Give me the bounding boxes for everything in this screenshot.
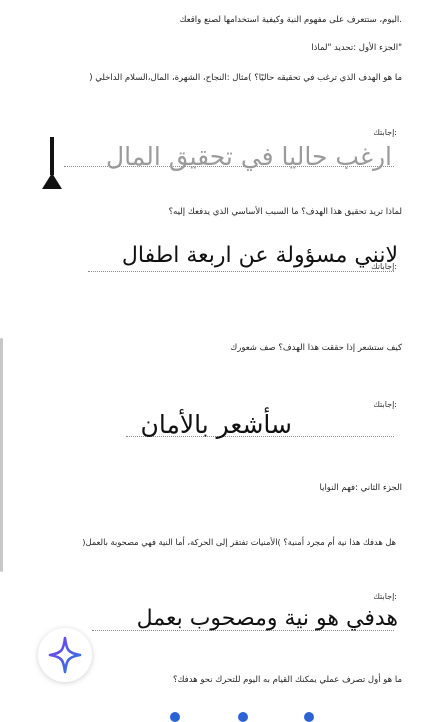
answer-3-text: سأشعر بالأمان — [140, 410, 292, 439]
answer-2-dotted-line — [88, 271, 394, 272]
document-page: .اليوم، ستتعرف على مفهوم النية وكيفية اس… — [0, 0, 448, 722]
answer-4-text: هدفي هو نية ومصحوب بعمل — [136, 606, 398, 631]
handle-marker-2[interactable] — [238, 712, 248, 722]
text-cursor-icon — [50, 137, 54, 175]
assistant-button[interactable] — [38, 628, 92, 682]
question-5: ما هو أول تصرف عملي يمكنك القيام به اليو… — [172, 675, 402, 685]
intro-line-1: .اليوم، ستتعرف على مفهوم النية وكيفية اس… — [179, 15, 402, 25]
answer-2-field[interactable]: لانني مسؤولة عن اربعة اطفال — [0, 240, 448, 288]
handle-marker-1[interactable] — [170, 712, 180, 722]
part-2-heading: الجزء الثاني :فهم النوايا — [319, 483, 402, 493]
answer-1-text: ارغب حاليا في تحقيق المال — [106, 142, 392, 171]
scrollbar[interactable] — [0, 338, 3, 572]
handle-marker-3[interactable] — [304, 712, 314, 722]
sparkle-icon — [48, 636, 82, 674]
answer-3-field[interactable]: سأشعر بالأمان — [0, 406, 448, 454]
question-3: كيف ستشعر إذا حققت هذا الهدف؟ صف شعورك — [230, 343, 402, 353]
answer-1-field[interactable]: ارغب حاليا في تحقيق المال — [0, 134, 448, 189]
question-4: هل هدفك هذا نية أم مجرد أمنية؟ )الأمنيات… — [82, 537, 396, 547]
text-cursor-handle[interactable] — [42, 173, 62, 189]
question-2: لماذا تريد تحقيق هذا الهدف؟ ما السبب الأ… — [168, 207, 402, 217]
question-1: ما هو الهدف الذي ترغب في تحقيقه حاليًا؟ … — [89, 73, 402, 83]
answer-2-text: لانني مسؤولة عن اربعة اطفال — [121, 243, 398, 268]
intro-line-2: "الجزء الأول :تحديد "لماذا — [311, 43, 402, 53]
